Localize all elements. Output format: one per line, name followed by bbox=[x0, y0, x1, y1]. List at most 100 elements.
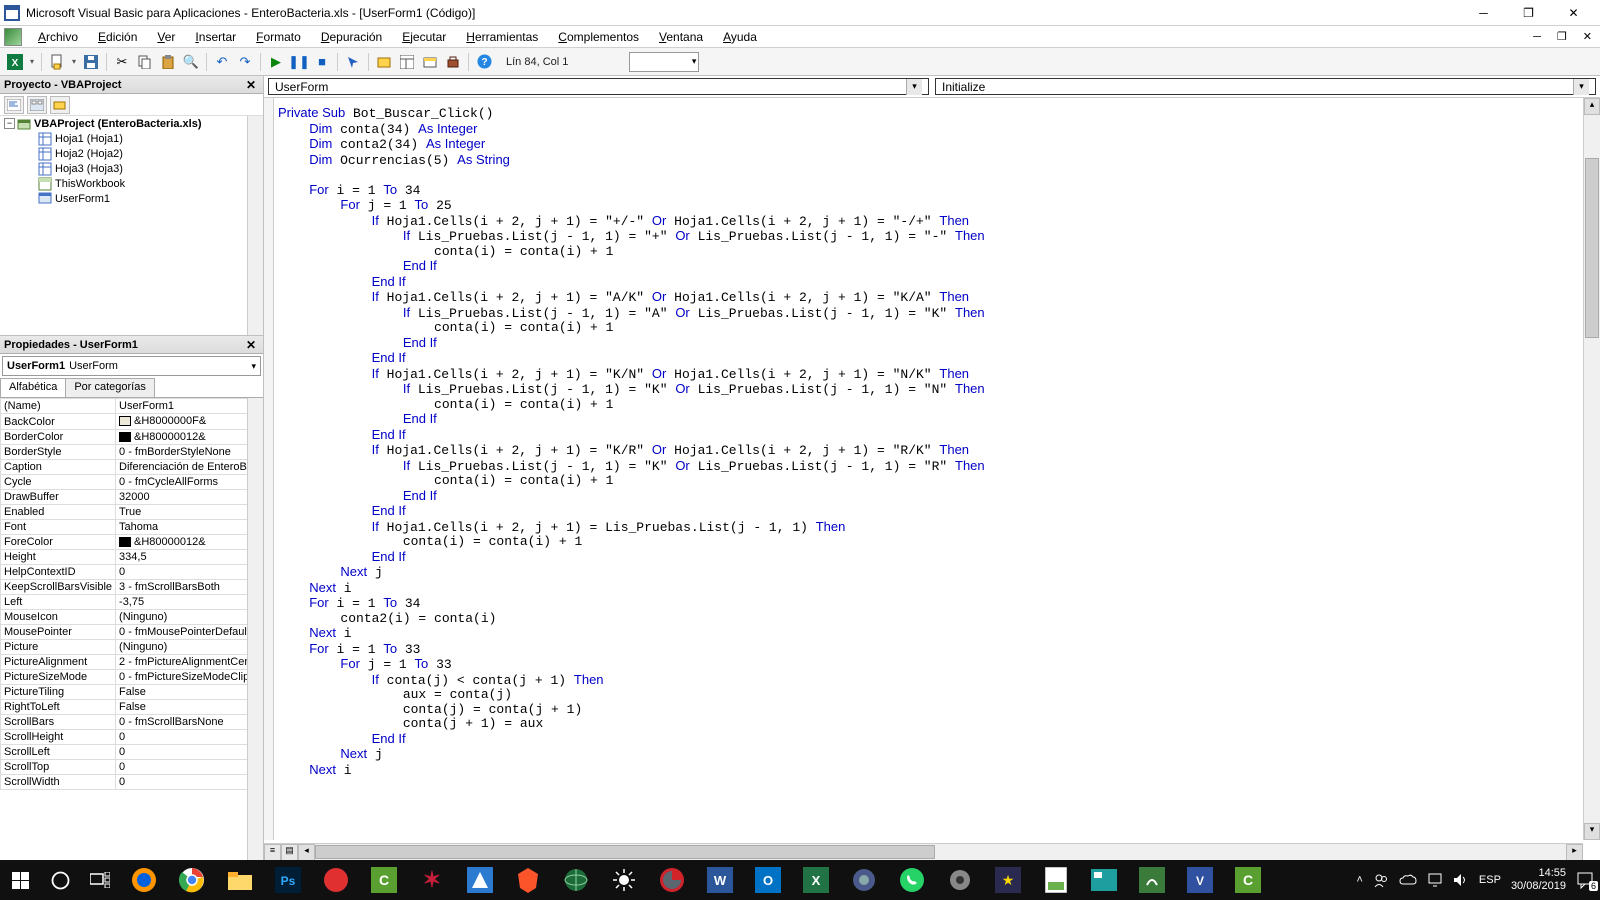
taskbar-acronis[interactable] bbox=[456, 860, 504, 900]
taskbar-camtasia2[interactable]: C bbox=[1224, 860, 1272, 900]
find-button[interactable]: 🔍 bbox=[180, 51, 202, 73]
prop-value[interactable]: 0 - fmMousePointerDefault bbox=[116, 625, 263, 640]
view-object-button[interactable] bbox=[27, 96, 47, 114]
taskbar-app-stars[interactable]: ★ bbox=[984, 860, 1032, 900]
tree-item[interactable]: Hoja3 (Hoja3) bbox=[0, 161, 263, 176]
toggle-folders-button[interactable] bbox=[50, 96, 70, 114]
mdi-restore-button[interactable]: ❐ bbox=[1549, 30, 1575, 43]
prop-value[interactable]: 334,5 bbox=[116, 550, 263, 565]
start-button[interactable] bbox=[0, 860, 40, 900]
view-excel-button[interactable]: X bbox=[4, 51, 26, 73]
taskbar-brave[interactable] bbox=[504, 860, 552, 900]
menu-archivo[interactable]: Archivo bbox=[28, 28, 88, 46]
prop-value[interactable]: False bbox=[116, 685, 263, 700]
prop-value[interactable]: 0 - fmBorderStyleNone bbox=[116, 445, 263, 460]
taskbar-photoshop[interactable]: Ps bbox=[264, 860, 312, 900]
prop-value[interactable]: &H80000012& bbox=[116, 535, 263, 550]
prop-value[interactable]: Tahoma bbox=[116, 520, 263, 535]
prop-value[interactable]: -3,75 bbox=[116, 595, 263, 610]
prop-value[interactable]: &H8000000F&▾ bbox=[116, 414, 263, 430]
taskbar-camtasia[interactable]: C bbox=[360, 860, 408, 900]
horizontal-scroll-thumb[interactable] bbox=[315, 845, 935, 859]
project-explorer-button[interactable] bbox=[373, 51, 395, 73]
menu-ventana[interactable]: Ventana bbox=[649, 28, 713, 46]
project-scrollbar[interactable] bbox=[247, 116, 263, 335]
task-view-button[interactable] bbox=[80, 860, 120, 900]
help-button[interactable]: ? bbox=[473, 51, 495, 73]
view-code-button[interactable] bbox=[4, 96, 24, 114]
menu-depuración[interactable]: Depuración bbox=[311, 28, 392, 46]
menu-ver[interactable]: Ver bbox=[147, 28, 185, 46]
design-mode-button[interactable] bbox=[342, 51, 364, 73]
procedure-combo[interactable]: Initialize▾ bbox=[935, 78, 1596, 95]
toolbar-combo[interactable]: ▾ bbox=[629, 52, 699, 72]
tray-clock[interactable]: 14:55 30/08/2019 bbox=[1511, 867, 1566, 893]
object-browser-button[interactable] bbox=[419, 51, 441, 73]
tree-item[interactable]: Hoja2 (Hoja2) bbox=[0, 146, 263, 161]
properties-grid[interactable]: (Name)UserForm1BackColor&H8000000F&▾Bord… bbox=[0, 398, 263, 860]
prop-value[interactable]: 0 bbox=[116, 760, 263, 775]
taskbar-explorer[interactable] bbox=[216, 860, 264, 900]
copy-button[interactable] bbox=[134, 51, 156, 73]
taskbar-app-doc[interactable] bbox=[1032, 860, 1080, 900]
taskbar-app-vx[interactable]: V bbox=[1176, 860, 1224, 900]
procedure-view-button[interactable]: ≡ bbox=[264, 844, 281, 860]
reset-button[interactable]: ■ bbox=[311, 51, 333, 73]
taskbar-excel[interactable]: X bbox=[792, 860, 840, 900]
prop-value[interactable]: 3 - fmScrollBarsBoth bbox=[116, 580, 263, 595]
menu-herramientas[interactable]: Herramientas bbox=[456, 28, 548, 46]
project-root[interactable]: VBAProject (EnteroBacteria.xls) bbox=[34, 118, 202, 130]
taskbar-app-green2[interactable] bbox=[1128, 860, 1176, 900]
properties-object-selector[interactable]: UserForm1 UserForm ▾ bbox=[2, 356, 261, 376]
tree-item[interactable]: Hoja1 (Hoja1) bbox=[0, 131, 263, 146]
tray-overflow-button[interactable]: ˄ bbox=[1356, 874, 1362, 886]
taskbar-firefox[interactable] bbox=[120, 860, 168, 900]
maximize-button[interactable]: ❐ bbox=[1506, 0, 1551, 26]
vertical-scroll-thumb[interactable] bbox=[1585, 158, 1599, 338]
properties-scrollbar[interactable] bbox=[247, 398, 263, 860]
menu-edición[interactable]: Edición bbox=[88, 28, 147, 46]
menu-ejecutar[interactable]: Ejecutar bbox=[392, 28, 456, 46]
full-module-view-button[interactable]: ▤ bbox=[281, 844, 298, 860]
taskbar-whatsapp[interactable] bbox=[888, 860, 936, 900]
object-combo[interactable]: UserForm▾ bbox=[268, 78, 929, 95]
menu-ayuda[interactable]: Ayuda bbox=[713, 28, 767, 46]
code-text[interactable]: Private Sub Bot_Buscar_Click() Dim conta… bbox=[278, 106, 985, 778]
prop-value[interactable]: 0 - fmCycleAllForms bbox=[116, 475, 263, 490]
prop-value[interactable]: Diferenciación de EnteroBacteria bbox=[116, 460, 263, 475]
tray-people-icon[interactable] bbox=[1373, 872, 1389, 888]
redo-button[interactable]: ↷ bbox=[234, 51, 256, 73]
menu-insertar[interactable]: Insertar bbox=[185, 28, 246, 46]
prop-value[interactable]: UserForm1 bbox=[116, 399, 263, 414]
taskbar-app-x[interactable]: ✶ bbox=[408, 860, 456, 900]
code-editor[interactable]: Private Sub Bot_Buscar_Click() Dim conta… bbox=[264, 98, 1600, 860]
view-excel-dropdown[interactable]: ▾ bbox=[27, 51, 37, 73]
tray-onedrive-icon[interactable] bbox=[1399, 874, 1417, 886]
scroll-down-button[interactable]: ▾ bbox=[1584, 823, 1600, 840]
taskbar-outlook[interactable]: O bbox=[744, 860, 792, 900]
prop-value[interactable]: 2 - fmPictureAlignmentCenter bbox=[116, 655, 263, 670]
scroll-left-button[interactable]: ◂ bbox=[298, 844, 315, 860]
properties-panel-close[interactable]: ✕ bbox=[243, 338, 259, 352]
prop-value[interactable]: 32000 bbox=[116, 490, 263, 505]
taskbar-brightness[interactable] bbox=[600, 860, 648, 900]
excel-icon[interactable] bbox=[4, 28, 22, 46]
cut-button[interactable]: ✂ bbox=[111, 51, 133, 73]
paste-button[interactable] bbox=[157, 51, 179, 73]
prop-value[interactable]: (Ninguno) bbox=[116, 640, 263, 655]
taskbar-app-purple[interactable] bbox=[840, 860, 888, 900]
scroll-up-button[interactable]: ▴ bbox=[1584, 98, 1600, 115]
insert-dropdown[interactable] bbox=[46, 51, 68, 73]
run-button[interactable]: ▶ bbox=[265, 51, 287, 73]
close-button[interactable]: ✕ bbox=[1551, 0, 1596, 26]
tray-notifications-icon[interactable]: 6 bbox=[1576, 871, 1594, 889]
horizontal-scrollbar[interactable]: ≡ ▤ ◂ ▸ bbox=[264, 843, 1583, 860]
tray-network-icon[interactable] bbox=[1427, 873, 1443, 887]
prop-value[interactable]: False bbox=[116, 700, 263, 715]
project-panel-close[interactable]: ✕ bbox=[243, 78, 259, 92]
taskbar-app-red[interactable] bbox=[312, 860, 360, 900]
vertical-scrollbar[interactable]: ▴ ▾ bbox=[1583, 98, 1600, 840]
taskbar-ccleaner[interactable] bbox=[648, 860, 696, 900]
tray-volume-icon[interactable] bbox=[1453, 873, 1469, 887]
prop-value[interactable]: 0 bbox=[116, 745, 263, 760]
